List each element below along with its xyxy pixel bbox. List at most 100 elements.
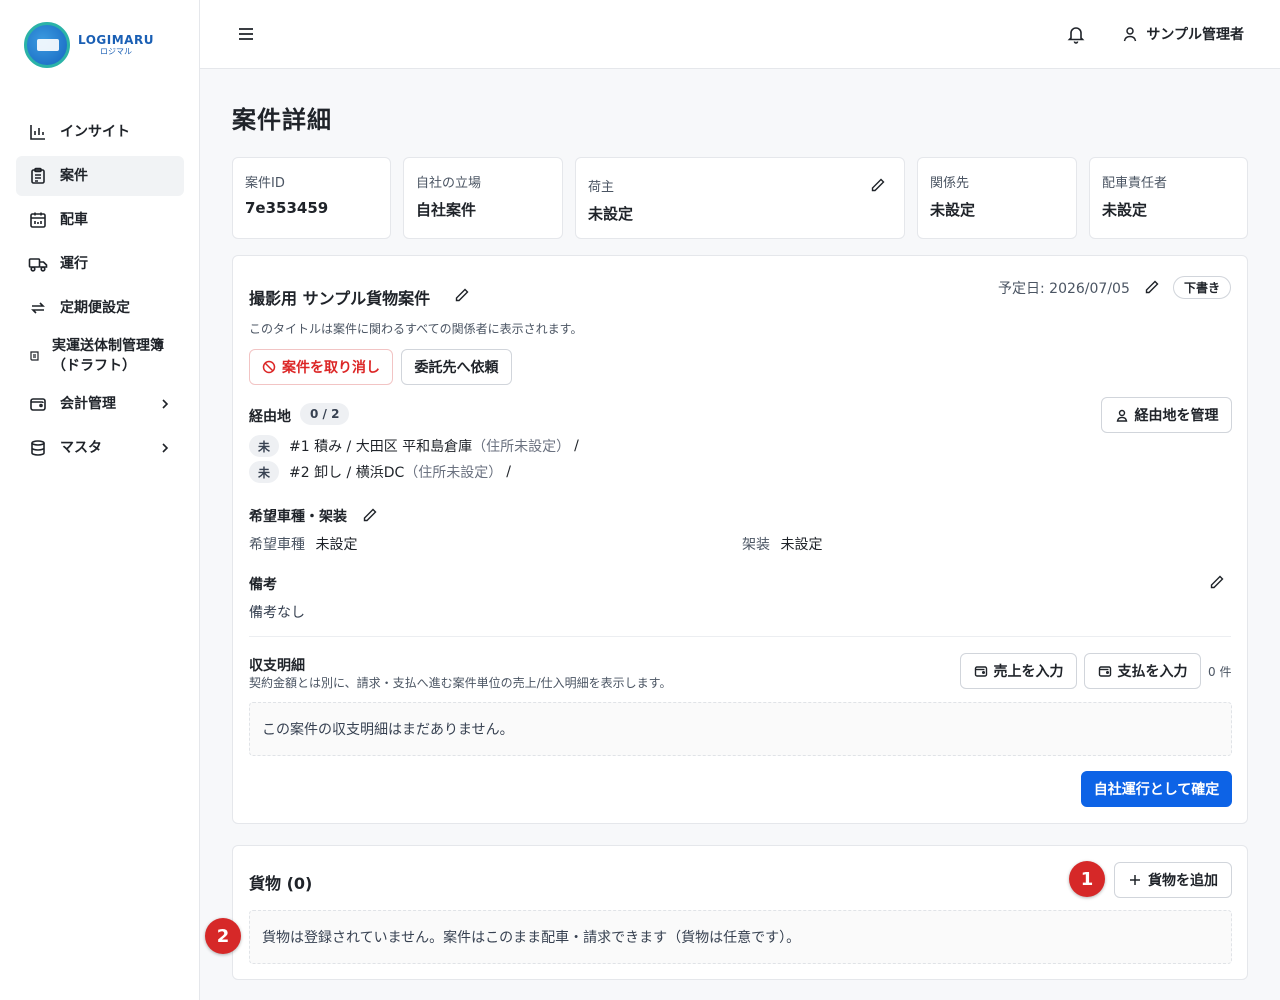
sidebar-item-master[interactable]: マスタ xyxy=(16,428,184,468)
cancel-project-label: 案件を取り消し xyxy=(282,360,380,376)
delegate-button[interactable]: 委託先へ依頼 xyxy=(401,349,512,385)
delegate-label: 委託先へ依頼 xyxy=(414,360,499,376)
waypoints-count-badge: 0 / 2 xyxy=(300,403,350,425)
logo-globe-icon xyxy=(24,22,70,68)
waypoint-status-badge: 未 xyxy=(249,435,280,457)
waypoint-row: 未 #1 積み / 大田区 平和島倉庫 （住所未設定） / xyxy=(249,435,579,457)
body-type-row: 架装 未設定 xyxy=(742,534,822,554)
waypoint-separator: / xyxy=(574,438,579,454)
sidebar-item-label: 運行 xyxy=(60,255,88,272)
info-value: 未設定 xyxy=(588,205,634,223)
vehicle-section-title: 希望車種・架装 xyxy=(249,509,347,525)
confirm-own-operation-button[interactable]: 自社運行として確定 xyxy=(1081,771,1232,807)
section-divider xyxy=(249,636,1231,637)
edit-date-pencil-icon[interactable] xyxy=(1144,279,1160,295)
sidebar-nav: インサイト 案件 配車 運行 定期便設定 実運送体制管理簿（ドラフト） 会計管理… xyxy=(16,112,184,472)
info-card-position: 自社の立場 自社案件 xyxy=(403,157,563,239)
waypoint-status-badge: 未 xyxy=(249,461,280,483)
waypoint-address-note: （住所未設定） xyxy=(472,439,571,455)
info-value: 自社案件 xyxy=(416,201,477,219)
body-type-label: 架装 xyxy=(742,537,770,553)
edit-title-pencil-icon[interactable] xyxy=(454,287,470,303)
waypoint-text: #1 積み / 大田区 平和島倉庫 xyxy=(289,439,473,455)
database-icon xyxy=(28,438,48,458)
user-icon xyxy=(1124,27,1137,42)
annotation-marker-2: 2 xyxy=(205,918,241,954)
sidebar-item-label: 案件 xyxy=(60,167,88,184)
status-badge: 下書き xyxy=(1173,276,1232,299)
enter-payment-button[interactable]: 支払を入力 xyxy=(1084,653,1201,689)
sidebar-item-label: 実運送体制管理簿（ドラフト） xyxy=(52,337,164,374)
annotation-marker-1: 1 xyxy=(1069,861,1105,897)
waypoint-address-note: （住所未設定） xyxy=(404,465,503,481)
project-title: 撮影用 サンプル貨物案件 xyxy=(249,289,431,308)
add-cargo-button[interactable]: 貨物を追加 xyxy=(1114,862,1232,898)
cargo-title: 貨物 (0) xyxy=(249,874,313,893)
ban-icon xyxy=(262,360,276,374)
calendar-truck-icon xyxy=(28,210,48,230)
page-title: 案件詳細 xyxy=(232,106,332,134)
sidebar-item-label: マスタ xyxy=(60,439,102,456)
wallet-icon xyxy=(28,394,48,414)
sidebar-item-label: 定期便設定 xyxy=(60,299,130,316)
scheduled-date: 予定日: 2026/07/05 xyxy=(998,281,1130,297)
chevron-right-icon xyxy=(160,398,170,410)
enter-sales-label: 売上を入力 xyxy=(993,664,1064,680)
edit-vehicle-pencil-icon[interactable] xyxy=(362,507,378,523)
enter-payment-label: 支払を入力 xyxy=(1117,664,1188,680)
project-detail-card: 撮影用 サンプル貨物案件 予定日: 2026/07/05 下書き このタイトルは… xyxy=(232,255,1248,824)
manage-waypoints-button[interactable]: 経由地を管理 xyxy=(1101,397,1232,433)
sidebar-item-insight[interactable]: インサイト xyxy=(16,112,184,152)
top-header: サンプル管理者 xyxy=(200,0,1280,69)
sidebar-item-dispatch[interactable]: 配車 xyxy=(16,200,184,240)
truck-icon xyxy=(28,254,48,274)
info-value: 未設定 xyxy=(1102,201,1148,219)
user-name: サンプル管理者 xyxy=(1146,27,1244,43)
waypoint-row: 未 #2 卸し / 横浜DC （住所未設定） / xyxy=(249,461,511,483)
sidebar-item-accounting[interactable]: 会計管理 xyxy=(16,384,184,424)
add-cargo-label: 貨物を追加 xyxy=(1148,873,1218,889)
body-type-value: 未設定 xyxy=(780,537,823,553)
info-label: 自社の立場 xyxy=(416,176,482,191)
vehicle-type-label: 希望車種 xyxy=(249,537,305,553)
info-value: 7e353459 xyxy=(245,199,329,217)
info-value: 未設定 xyxy=(930,201,976,219)
sidebar-item-label: インサイト xyxy=(60,123,130,140)
plus-icon xyxy=(1130,875,1140,885)
hamburger-menu-icon[interactable] xyxy=(236,24,256,44)
sidebar-item-projects[interactable]: 案件 xyxy=(16,156,184,196)
info-label: 案件ID xyxy=(245,176,285,191)
wallet-icon xyxy=(974,666,987,677)
ledger-empty-state: この案件の収支明細はまだありません。 xyxy=(249,702,1232,756)
remarks-value: 備考なし xyxy=(249,605,305,621)
edit-remarks-pencil-icon[interactable] xyxy=(1209,574,1225,590)
info-label: 荷主 xyxy=(588,180,615,195)
scroll-icon xyxy=(28,346,42,366)
notification-bell-icon[interactable] xyxy=(1066,24,1086,44)
ledger-count: 0 件 xyxy=(1208,665,1232,679)
ledger-note: 契約金額とは別に、請求・支払へ進む案件単位の売上/仕入明細を表示します。 xyxy=(249,676,672,690)
waypoint-separator: / xyxy=(506,464,511,480)
bar-chart-icon xyxy=(28,122,48,142)
enter-sales-button[interactable]: 売上を入力 xyxy=(960,653,1077,689)
cancel-project-button[interactable]: 案件を取り消し xyxy=(249,349,393,385)
clipboard-icon xyxy=(28,166,48,186)
user-menu[interactable]: サンプル管理者 xyxy=(1122,24,1244,44)
info-card-project-id: 案件ID 7e353459 xyxy=(232,157,391,239)
logo-text-en: LOGIMARU xyxy=(78,33,154,47)
waypoints-label: 経由地 xyxy=(249,409,291,425)
vehicle-type-row: 希望車種 未設定 xyxy=(249,534,357,554)
user-pin-icon xyxy=(1116,409,1127,422)
sidebar-item-recurring[interactable]: 定期便設定 xyxy=(16,288,184,328)
repeat-icon xyxy=(28,298,48,318)
sidebar-item-operations[interactable]: 運行 xyxy=(16,244,184,284)
info-card-shipper: 荷主 未設定 xyxy=(575,157,905,239)
ledger-title: 収支明細 xyxy=(249,658,305,674)
wallet-icon xyxy=(1098,666,1111,677)
edit-shipper-pencil-icon[interactable] xyxy=(870,177,886,193)
chevron-right-icon xyxy=(160,442,170,454)
info-label: 配車責任者 xyxy=(1102,176,1168,191)
sidebar-item-transport-register[interactable]: 実運送体制管理簿（ドラフト） xyxy=(16,332,184,380)
sidebar-item-label: 配車 xyxy=(60,211,88,228)
app-logo[interactable]: LOGIMARU ロジマル xyxy=(24,22,154,68)
